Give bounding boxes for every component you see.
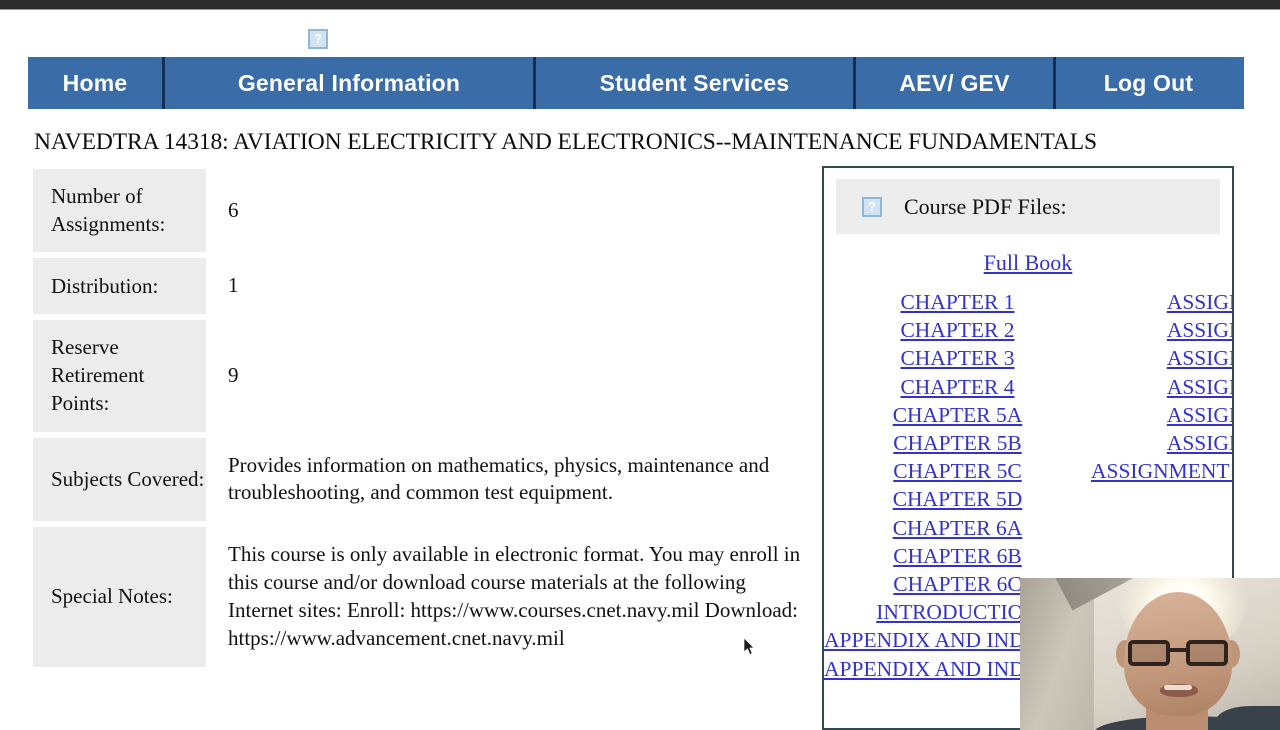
pdf-panel-title: Course PDF Files: — [904, 193, 1067, 219]
link-chapter-5d[interactable]: CHAPTER 5D — [824, 485, 1091, 513]
nav-item-log-out[interactable]: Log Out — [1056, 57, 1241, 109]
nav-item-general-information[interactable]: General Information — [165, 57, 536, 109]
glasses-lens-left — [1128, 640, 1170, 666]
detail-value-special-notes: This course is only available in electro… — [228, 542, 801, 651]
link-chapter-1[interactable]: CHAPTER 1 — [824, 288, 1091, 316]
webcam-person-teeth — [1164, 685, 1192, 690]
webcam-self-view[interactable] — [1020, 578, 1280, 730]
link-assignment-5[interactable]: ASSIGNMENT 5 — [1091, 401, 1232, 429]
table-row: Distribution: 1 — [33, 258, 808, 315]
link-assignment-2[interactable]: ASSIGNMENT 2 — [1091, 316, 1232, 344]
page-title: NAVEDTRA 14318: AVIATION ELECTRICITY AND… — [34, 129, 1098, 155]
table-row: Subjects Covered: Provides information o… — [33, 437, 808, 522]
browser-chrome-bar — [0, 0, 1280, 10]
main-navigation-bar: Home General Information Student Service… — [28, 57, 1244, 109]
link-assignment-introduction[interactable]: ASSIGNMENT INTRODUCTION — [1091, 457, 1232, 485]
link-assignment-3[interactable]: ASSIGNMENT 3 — [1091, 344, 1232, 372]
link-chapter-2[interactable]: CHAPTER 2 — [824, 316, 1091, 344]
table-row: Special Notes: This course is only avail… — [33, 527, 808, 668]
link-full-book[interactable]: Full Book — [984, 250, 1073, 275]
link-chapter-5c[interactable]: CHAPTER 5C — [824, 457, 1091, 485]
link-assignment-1[interactable]: ASSIGNMENT 1 — [1091, 288, 1232, 316]
link-chapter-3[interactable]: CHAPTER 3 — [824, 344, 1091, 372]
link-assignment-4[interactable]: ASSIGNMENT 4 — [1091, 373, 1232, 401]
link-chapter-6b[interactable]: CHAPTER 6B — [824, 542, 1091, 570]
detail-label-number-of-assignments: Number of Assignments: — [33, 169, 206, 253]
link-chapter-6a[interactable]: CHAPTER 6A — [824, 514, 1091, 542]
detail-label-subjects-covered: Subjects Covered: — [33, 437, 206, 522]
nav-item-student-services[interactable]: Student Services — [536, 57, 856, 109]
full-book-row: Full Book — [824, 250, 1232, 276]
broken-image-icon — [308, 29, 328, 49]
detail-value-reserve-retirement-points: 9 — [228, 362, 239, 387]
detail-label-distribution: Distribution: — [33, 258, 206, 315]
link-chapter-5b[interactable]: CHAPTER 5B — [824, 429, 1091, 457]
nav-item-home[interactable]: Home — [28, 57, 165, 109]
detail-value-number-of-assignments: 6 — [228, 197, 239, 222]
detail-value-distribution: 1 — [228, 273, 239, 298]
webcam-person-glasses — [1128, 640, 1228, 666]
glasses-bridge — [1170, 648, 1186, 652]
detail-label-reserve-retirement-points: Reserve Retirement Points: — [33, 320, 206, 432]
link-assignment-6[interactable]: ASSIGNMENT 6 — [1091, 429, 1232, 457]
table-row: Reserve Retirement Points: 9 — [33, 320, 808, 432]
nav-item-aev-gev[interactable]: AEV/ GEV — [856, 57, 1056, 109]
detail-label-special-notes: Special Notes: — [33, 527, 206, 668]
course-details-table: Number of Assignments: 6 Distribution: 1… — [33, 163, 808, 673]
pdf-panel-header: Course PDF Files: — [836, 179, 1220, 234]
glasses-lens-right — [1186, 640, 1228, 666]
link-chapter-5a[interactable]: CHAPTER 5A — [824, 401, 1091, 429]
detail-value-subjects-covered: Provides information on mathematics, phy… — [228, 452, 770, 505]
page-content: Home General Information Student Service… — [0, 10, 1280, 730]
broken-image-icon — [862, 196, 882, 217]
table-row: Number of Assignments: 6 — [33, 169, 808, 253]
link-chapter-4[interactable]: CHAPTER 4 — [824, 373, 1091, 401]
webcam-person-shoulder — [1216, 706, 1280, 730]
